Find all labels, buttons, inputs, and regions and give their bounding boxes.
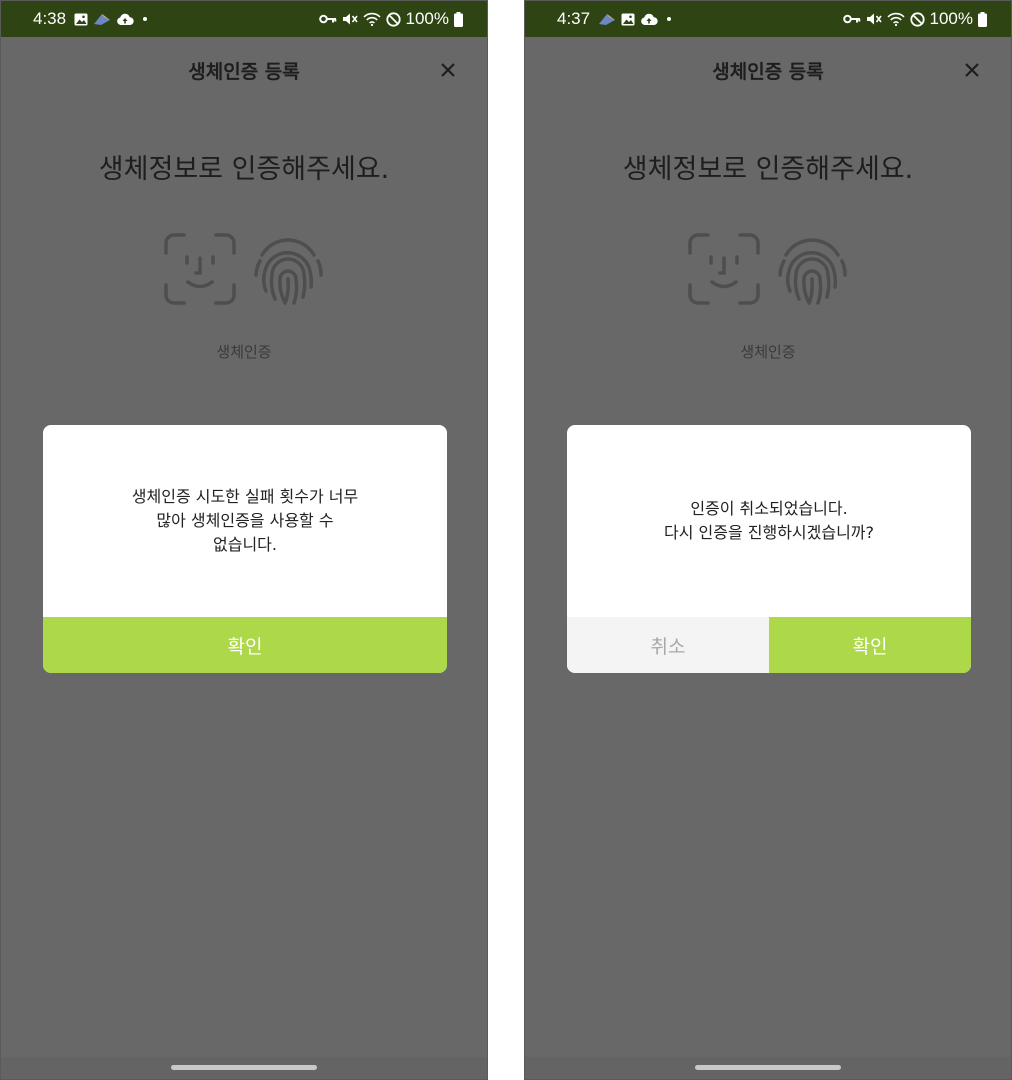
cloud-upload-icon	[640, 13, 658, 26]
vpn-key-icon	[318, 13, 337, 25]
dialog-message-line: 인증이 취소되었습니다.	[690, 499, 848, 518]
biometric-label: 생체인증	[216, 343, 272, 361]
auth-headline: 생체정보로 인증해주세요.	[98, 154, 390, 185]
battery-percent: 100%	[405, 9, 449, 28]
do-not-disturb-icon	[909, 11, 925, 27]
biometric-icons	[525, 229, 1011, 309]
home-indicator[interactable]	[171, 1065, 317, 1070]
home-indicator[interactable]	[695, 1065, 841, 1070]
confirm-button[interactable]: 확인	[43, 617, 447, 673]
wifi-icon	[886, 12, 905, 26]
battery-percent: 100%	[929, 9, 973, 28]
dialog-message: 인증이 취소되었습니다. 다시 인증을 진행하시겠습니까?	[567, 425, 971, 617]
vpn-key-icon	[842, 13, 861, 25]
notification-dot	[143, 17, 148, 21]
status-bar: 4:38 100%	[1, 1, 487, 37]
dialog-message-line: 생체인증 시도한 실패 횟수가 너무	[131, 487, 359, 506]
confirm-button[interactable]: 확인	[769, 617, 971, 673]
battery-icon	[978, 11, 987, 27]
wifi-icon	[362, 12, 381, 26]
mute-icon	[866, 12, 882, 26]
close-icon	[965, 63, 979, 77]
page-title: 생체인증 등록	[188, 60, 300, 83]
biometric-icons	[1, 229, 487, 309]
dialog-buttons: 확인	[43, 617, 447, 673]
app-notification-icon	[598, 12, 616, 26]
biometric-label: 생체인증	[740, 343, 796, 361]
navigation-bar	[525, 1057, 1011, 1079]
dialog-message-line: 많아 생체인증을 사용할 수	[156, 511, 334, 530]
error-dialog: 생체인증 시도한 실패 횟수가 너무 많아 생체인증을 사용할 수 없습니다. …	[43, 425, 447, 673]
battery-icon	[454, 11, 463, 27]
app-header: 생체인증 등록	[525, 37, 1011, 103]
gallery-icon	[621, 13, 635, 26]
fingerprint-icon	[254, 238, 323, 305]
status-time: 4:38	[33, 9, 67, 28]
cancel-button[interactable]: 취소	[567, 617, 769, 673]
close-button[interactable]	[959, 57, 985, 83]
notification-dot	[667, 17, 672, 21]
phone-screen-right: 4:37 100% 생체인증 등록 생체정보로 인증해주세요. 생체인증 인증이…	[524, 0, 1012, 1080]
close-button[interactable]	[435, 57, 461, 83]
mute-icon	[342, 12, 358, 26]
page-title: 생체인증 등록	[712, 60, 824, 83]
face-id-icon	[688, 233, 760, 305]
status-time: 4:37	[557, 9, 591, 28]
dialog-message-line: 다시 인증을 진행하시겠습니까?	[663, 523, 875, 542]
close-icon	[441, 63, 455, 77]
dialog-buttons: 취소 확인	[567, 617, 971, 673]
app-header: 생체인증 등록	[1, 37, 487, 103]
cloud-upload-icon	[116, 13, 134, 26]
app-notification-icon	[93, 12, 111, 26]
navigation-bar	[1, 1057, 487, 1079]
retry-dialog: 인증이 취소되었습니다. 다시 인증을 진행하시겠습니까? 취소 확인	[567, 425, 971, 673]
auth-headline: 생체정보로 인증해주세요.	[622, 154, 914, 185]
gallery-icon	[74, 13, 88, 26]
phone-screen-left: 4:38 100% 생체인증 등록 생체정보로 인증해주세요. 생체인증 생체인…	[0, 0, 488, 1080]
dialog-message-line: 없습니다.	[213, 535, 277, 554]
do-not-disturb-icon	[385, 11, 401, 27]
dialog-message: 생체인증 시도한 실패 횟수가 너무 많아 생체인증을 사용할 수 없습니다.	[43, 425, 447, 617]
fingerprint-icon	[778, 238, 847, 305]
status-bar: 4:37 100%	[525, 1, 1011, 37]
face-id-icon	[164, 233, 236, 305]
